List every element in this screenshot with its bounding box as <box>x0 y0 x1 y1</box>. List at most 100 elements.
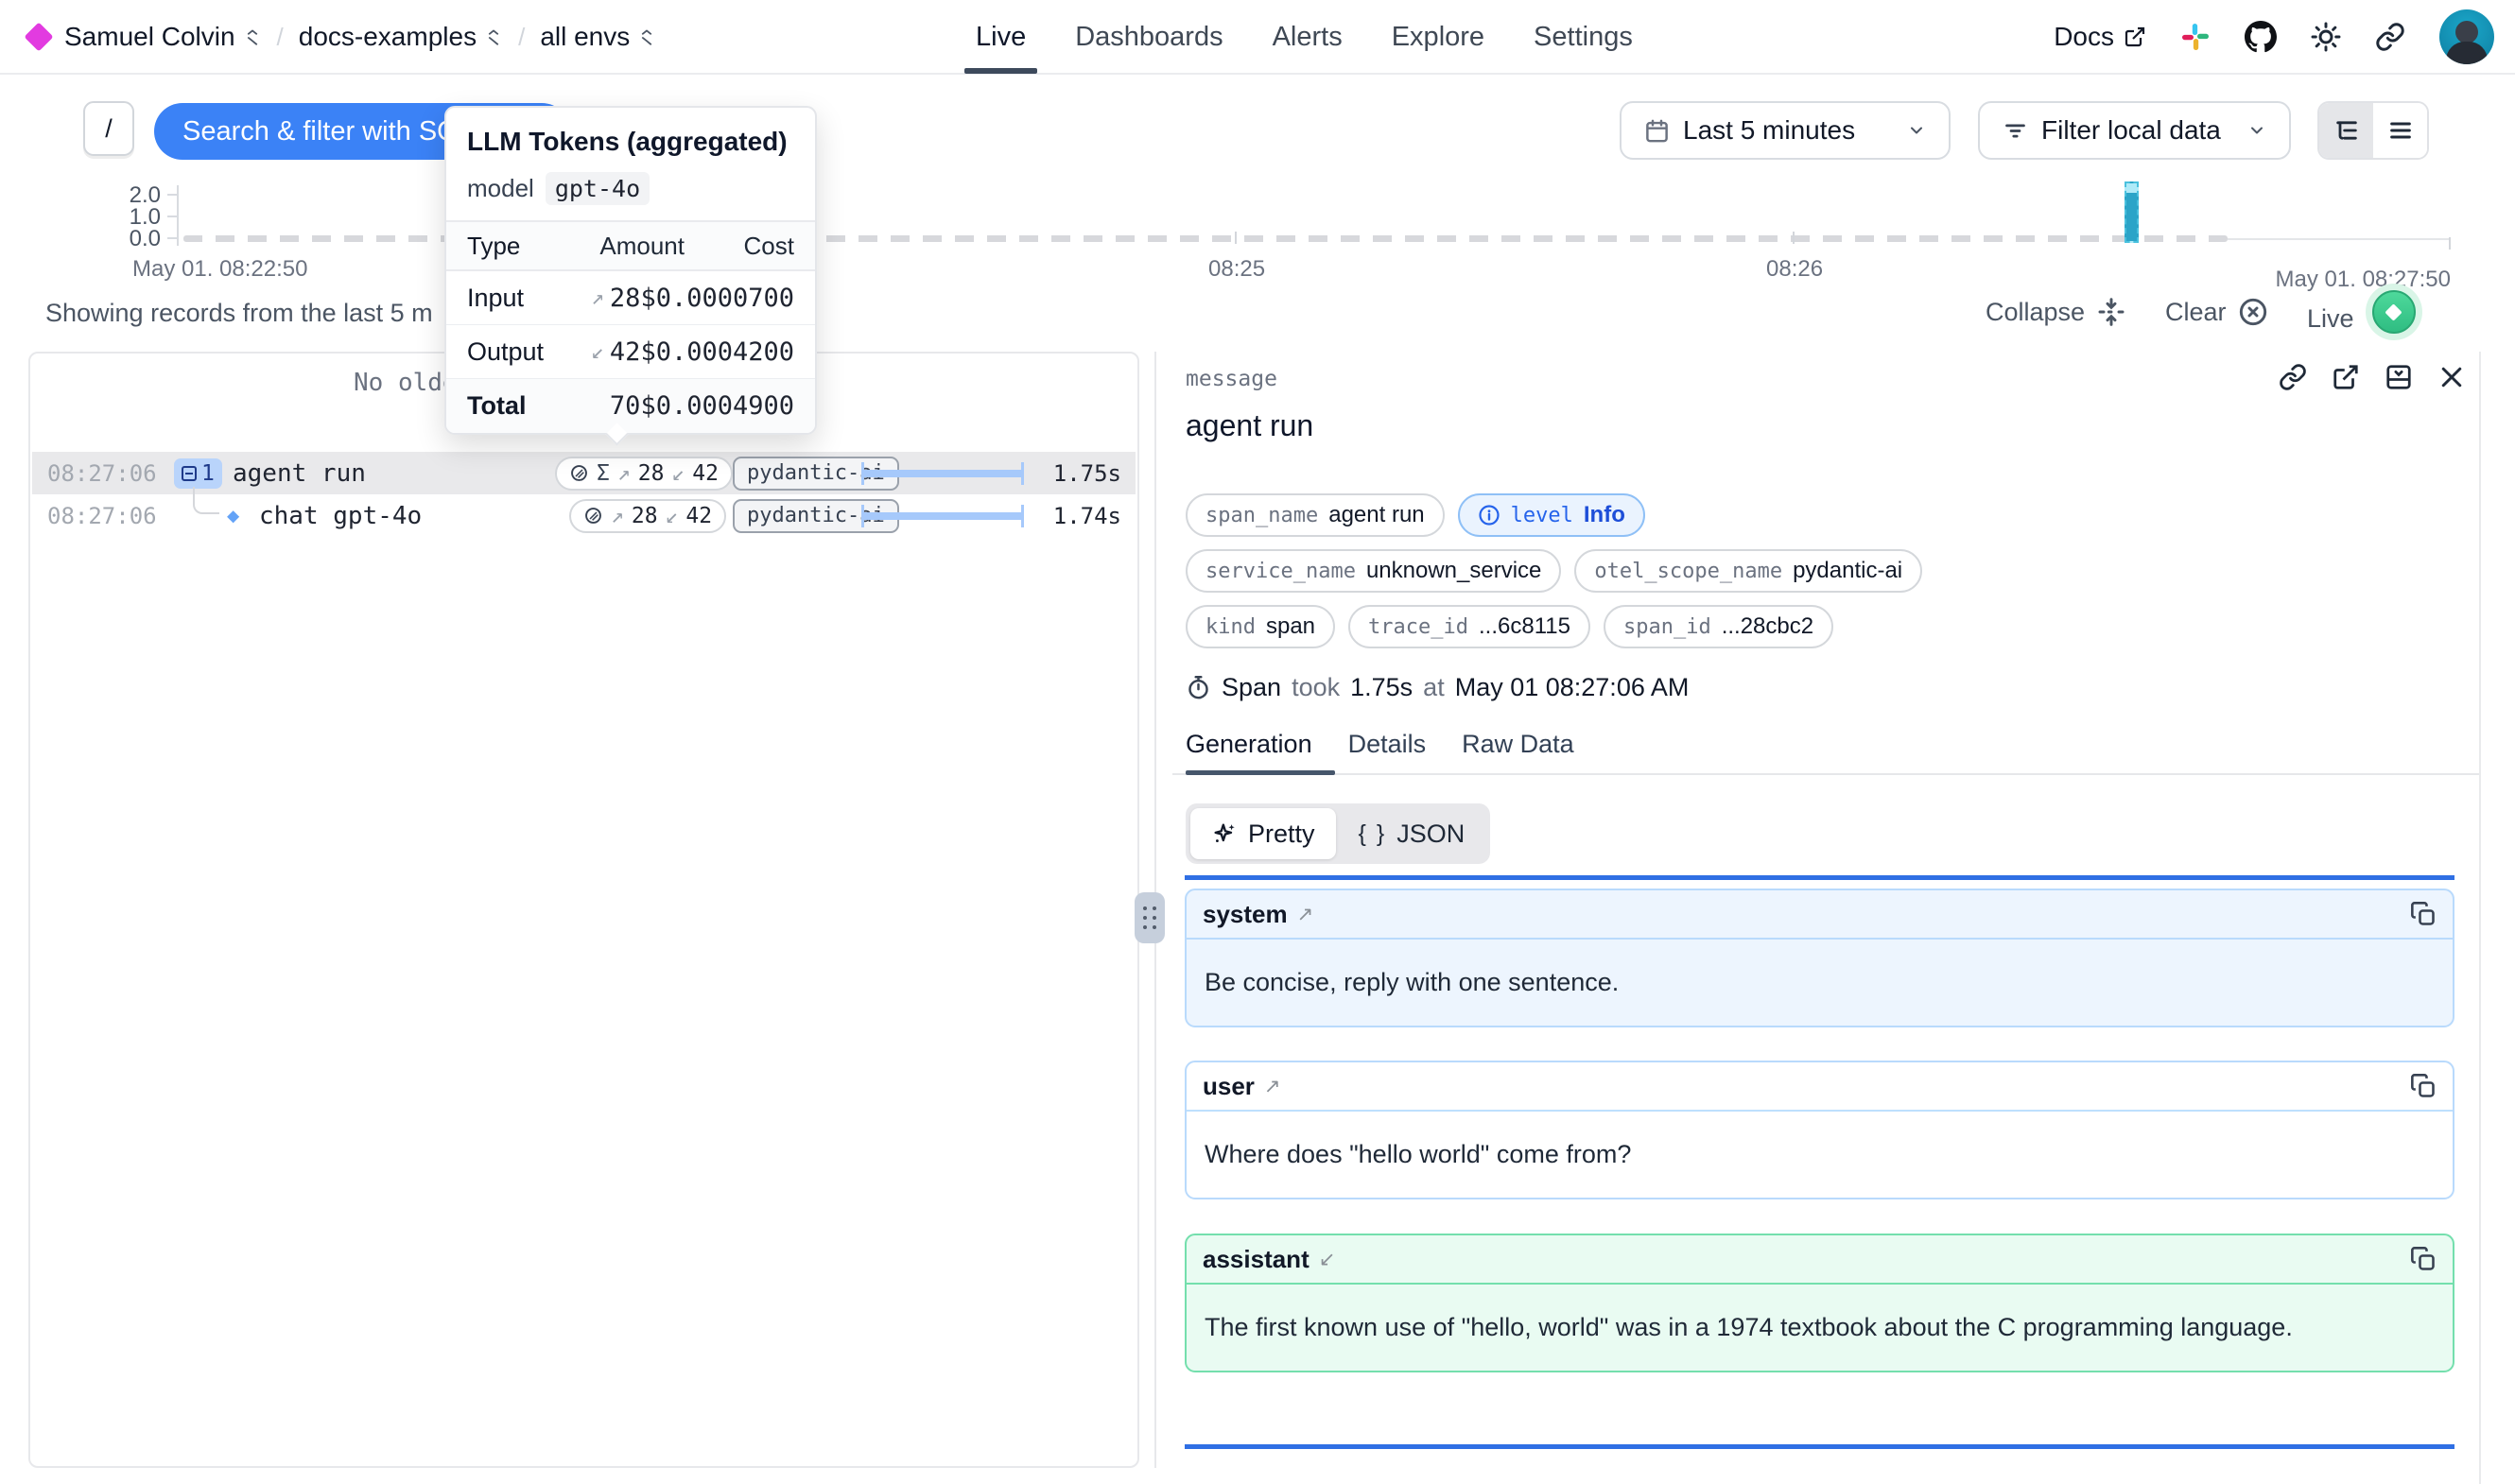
copy-message-button[interactable] <box>2410 1246 2437 1272</box>
braces-icon: { } <box>1359 820 1387 848</box>
calendar-icon <box>1644 118 1670 144</box>
env-name: all envs <box>540 22 630 52</box>
external-link-icon <box>2124 26 2146 48</box>
histogram-bar-selected[interactable] <box>2125 181 2139 243</box>
live-toggle[interactable]: Live <box>2307 284 2422 340</box>
logfire-app: Samuel Colvin / docs-examples / all envs… <box>0 0 2515 1484</box>
tooltip-row-output: Output ↙42 $0.0004200 <box>446 325 815 379</box>
list-view-icon <box>2387 117 2414 144</box>
list-view-button[interactable] <box>2373 103 2427 158</box>
message-text: Be concise, reply with one sentence. <box>1187 940 2453 1026</box>
input-arrow: ↗ <box>611 504 624 528</box>
token-count-pill[interactable]: Σ ↗28 ↙42 <box>555 457 733 491</box>
pretty-view-button[interactable]: Pretty <box>1190 808 1336 859</box>
tab-details[interactable]: Details <box>1348 730 1427 759</box>
input-arrow: ↗ <box>591 285 604 310</box>
tab-live[interactable]: Live <box>976 0 1026 74</box>
tab-raw-data[interactable]: Raw Data <box>1462 730 1574 759</box>
copy-message-button[interactable] <box>2410 1073 2437 1099</box>
avatar[interactable] <box>2439 9 2494 64</box>
tooltip-table-header: Type Amount Cost <box>446 220 815 271</box>
copy-link-button[interactable] <box>2279 363 2307 391</box>
input-arrow: ↗ <box>617 461 631 486</box>
open-in-new-button[interactable] <box>2332 363 2360 391</box>
badge-otel-scope[interactable]: otel_scope_name pydantic-ai <box>1574 549 1922 593</box>
duration-value: 1.75s <box>1053 460 1121 487</box>
tab-explore[interactable]: Explore <box>1392 0 1484 74</box>
x-label-0825: 08:25 <box>1208 256 1265 283</box>
org-selector[interactable]: Samuel Colvin <box>64 22 262 52</box>
docs-link[interactable]: Docs <box>2054 22 2146 52</box>
tabs-divider-line <box>1172 773 2481 775</box>
tooltip-row-input: Input ↗28 $0.0000700 <box>446 271 815 325</box>
tab-settings[interactable]: Settings <box>1534 0 1633 74</box>
badge-kind[interactable]: kind span <box>1186 605 1335 648</box>
badge-level-info[interactable]: level Info <box>1458 493 1645 537</box>
collapse-box-icon <box>182 466 197 481</box>
token-count-pill[interactable]: ↗28 ↙42 <box>569 499 726 533</box>
slack-icon[interactable] <box>2180 22 2211 52</box>
output-arrow: ↙ <box>671 461 685 486</box>
badge-service-name[interactable]: service_name unknown_service <box>1186 549 1561 593</box>
env-selector[interactable]: all envs <box>540 22 656 52</box>
close-panel-button[interactable] <box>2437 363 2466 391</box>
slash-shortcut-key[interactable]: / <box>83 101 134 156</box>
trace-list-panel: No older 08:27:06 1 agent run Σ ↗28 ↙42 … <box>28 352 1139 1468</box>
tab-alerts[interactable]: Alerts <box>1273 0 1343 74</box>
tree-view-icon <box>2333 117 2360 144</box>
detail-header-actions <box>2279 363 2466 391</box>
tree-view-button[interactable] <box>2319 103 2373 158</box>
sparkle-icon <box>1211 820 1238 847</box>
x-axis-tick <box>1235 232 1237 244</box>
dock-panel-button[interactable] <box>2385 363 2413 391</box>
breadcrumb: Samuel Colvin / docs-examples / all envs <box>28 0 656 74</box>
copy-message-button[interactable] <box>2410 901 2437 927</box>
project-selector[interactable]: docs-examples <box>299 22 503 52</box>
breadcrumb-separator: / <box>518 23 525 52</box>
top-nav: Samuel Colvin / docs-examples / all envs… <box>0 0 2515 75</box>
tooltip-row-total: Total 70 $0.0004900 <box>446 379 815 433</box>
scrollbar-track[interactable] <box>2479 352 2481 1484</box>
span-detail-panel: message agent run span_name agent run le… <box>1172 352 2481 1484</box>
filter-icon <box>2003 118 2028 144</box>
collapse-children-badge[interactable]: 1 <box>174 458 222 489</box>
chevron-updown-icon <box>243 27 262 46</box>
message-role: user <box>1203 1072 1255 1101</box>
tab-dashboards[interactable]: Dashboards <box>1075 0 1223 74</box>
filter-local-data-dropdown[interactable]: Filter local data <box>1978 101 2291 160</box>
output-tokens: 42 <box>685 504 712 528</box>
x-axis-tick <box>1793 232 1795 244</box>
share-link-icon[interactable] <box>2375 22 2405 52</box>
tab-generation[interactable]: Generation <box>1186 730 1312 759</box>
model-key: model <box>467 174 534 203</box>
output-tokens: 42 <box>692 461 719 486</box>
messages-bottom-rule <box>1185 1444 2454 1449</box>
trace-row-chat-gpt4o[interactable]: 08:27:06 ◆ chat gpt-4o ↗28 ↙42 pydantic-… <box>32 494 1136 537</box>
copy-icon <box>2410 1073 2437 1099</box>
output-arrow: ↙ <box>591 339 604 364</box>
collapse-button[interactable]: Collapse <box>1986 297 2126 327</box>
message-role: system <box>1203 900 1288 929</box>
chevron-down-icon <box>2247 121 2266 140</box>
duration-bar <box>861 462 1024 485</box>
clear-button[interactable]: Clear <box>2165 297 2268 327</box>
json-view-button[interactable]: { } JSON <box>1338 808 1486 859</box>
nav-actions: Docs <box>2054 0 2494 74</box>
coin-icon <box>583 506 603 526</box>
span-timing: Span took 1.75s at May 01 08:27:06 AM <box>1186 673 1689 702</box>
time-range-dropdown[interactable]: Last 5 minutes <box>1620 101 1951 160</box>
live-button-icon <box>2366 284 2422 340</box>
span-diamond-icon: ◆ <box>227 504 239 527</box>
badge-trace-id[interactable]: trace_id ...6c8115 <box>1348 605 1590 648</box>
theme-sun-icon[interactable] <box>2311 22 2341 52</box>
chevron-updown-icon <box>637 27 656 46</box>
message-direction-arrow: ↗ <box>1264 1075 1281 1098</box>
org-name: Samuel Colvin <box>64 22 235 52</box>
trace-time: 08:27:06 <box>47 503 157 529</box>
message-card-system: system ↗ Be concise, reply with one sent… <box>1185 889 2454 1027</box>
panel-resize-handle[interactable] <box>1135 892 1165 943</box>
trace-time: 08:27:06 <box>47 460 157 487</box>
badge-span-id[interactable]: span_id ...28cbc2 <box>1604 605 1833 648</box>
github-icon[interactable] <box>2245 21 2277 53</box>
badge-span-name[interactable]: span_name agent run <box>1186 493 1445 537</box>
